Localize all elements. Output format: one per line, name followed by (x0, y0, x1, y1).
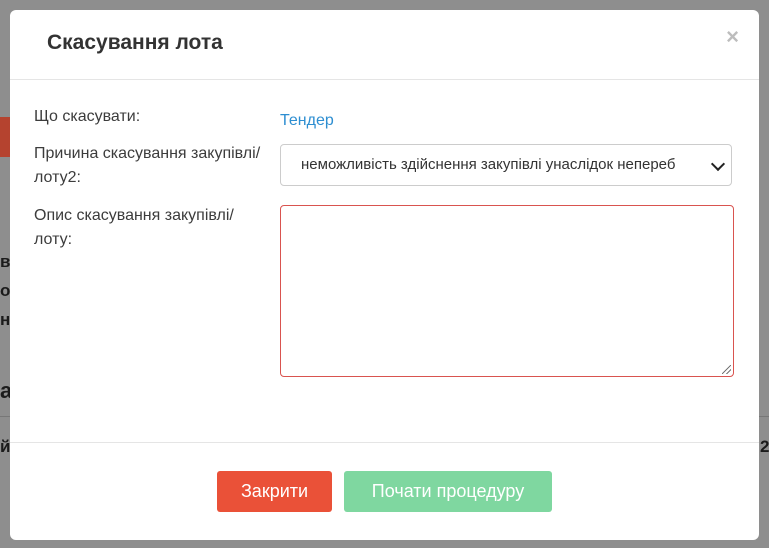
close-icon[interactable]: × (726, 26, 739, 48)
start-procedure-button[interactable]: Почати процедуру (344, 471, 552, 512)
cancel-reason-selected-value: неможливість здійснення закупівлі унаслі… (301, 156, 676, 173)
cancel-description-textarea[interactable] (280, 205, 734, 377)
footer-divider (10, 442, 759, 443)
close-button[interactable]: Закрити (217, 471, 332, 512)
background-text-fragment: й (0, 437, 11, 456)
what-to-cancel-value: Тендер (280, 112, 334, 129)
cancel-description-label: Опис скасування закупівлі/лоту: (34, 207, 234, 248)
background-red-button-fragment (0, 117, 10, 157)
cancel-lot-modal: Скасування лота × Що скасувати: Тендер П… (10, 10, 759, 540)
background-text-fragment: 2 (760, 437, 769, 456)
chevron-down-icon (710, 156, 726, 172)
modal-title: Скасування лота (47, 31, 223, 54)
modal-header: Скасування лота × (10, 10, 759, 80)
cancel-reason-select[interactable]: неможливість здійснення закупівлі унаслі… (280, 144, 732, 186)
what-to-cancel-label: Що скасувати: (34, 108, 141, 125)
cancel-reason-label: Причина скасування закупівлі/лоту2: (34, 145, 261, 186)
resize-handle-icon[interactable] (722, 365, 731, 374)
